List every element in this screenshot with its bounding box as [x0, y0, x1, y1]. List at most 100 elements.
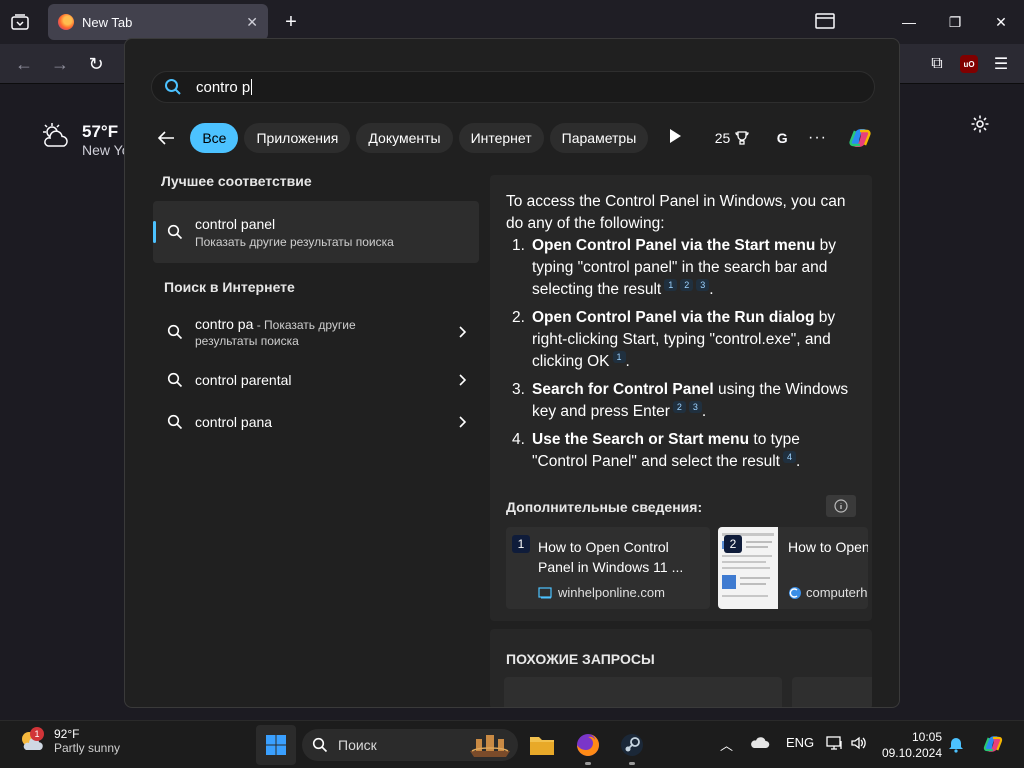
- rewards-points[interactable]: 25: [715, 130, 751, 146]
- taskbar-weather-temp: 92°F: [54, 727, 80, 741]
- ublock-origin-button[interactable]: uO: [960, 55, 978, 73]
- app-menu-button[interactable]: ☰: [988, 50, 1014, 78]
- filter-apps[interactable]: Приложения: [244, 123, 351, 153]
- related-searches-heading: ПОХОЖИЕ ЗАПРОСЫ: [506, 651, 655, 667]
- source-card[interactable]: 1 How to Open Control Panel in Windows 1…: [506, 527, 710, 609]
- more-filters-button[interactable]: [668, 128, 684, 148]
- filter-settings[interactable]: Параметры: [549, 123, 649, 153]
- system-clock[interactable]: 10:05 09.10.2024: [880, 729, 942, 761]
- chevron-up-icon: ︿: [720, 738, 734, 753]
- web-result-item[interactable]: control parental: [153, 359, 483, 401]
- taskbar-search-box[interactable]: Поиск: [302, 729, 518, 761]
- results-list: Лучшее соответствие control panel Показа…: [153, 173, 483, 443]
- related-search-item[interactable]: [792, 677, 872, 707]
- firefox-icon: [58, 14, 74, 30]
- running-indicator: [585, 762, 591, 765]
- search-input[interactable]: contro p: [151, 71, 875, 103]
- window-icon: [815, 13, 835, 29]
- account-avatar[interactable]: G: [772, 126, 792, 150]
- taskbar-file-explorer[interactable]: [524, 727, 560, 763]
- source-card[interactable]: 2 How to Open Windows Co computerh: [718, 527, 868, 609]
- network-button[interactable]: [826, 735, 844, 754]
- related-search-item[interactable]: [504, 677, 782, 707]
- step-end: .: [625, 353, 630, 371]
- info-button[interactable]: [826, 495, 856, 517]
- new-tab-button[interactable]: +: [278, 8, 304, 36]
- web-result-title: control parental: [195, 372, 292, 388]
- filter-web[interactable]: Интернет: [458, 123, 544, 153]
- best-match-subtitle: Показать другие результаты поиска: [195, 234, 394, 249]
- newtab-settings-button[interactable]: [970, 114, 996, 140]
- taskbar-weather-desc: Partly sunny: [54, 741, 121, 755]
- newtab-weather-temp: 57°F: [82, 122, 119, 141]
- back-button[interactable]: [155, 125, 176, 151]
- notifications-button[interactable]: [948, 735, 964, 756]
- answer-step: 1. Open Control Panel via the Start menu…: [506, 235, 856, 301]
- best-match-result[interactable]: control panel Показать другие результаты…: [153, 201, 479, 263]
- onedrive-button[interactable]: [750, 735, 770, 752]
- filter-documents[interactable]: Документы: [356, 123, 453, 153]
- source-domain: winhelponline.com: [558, 585, 665, 600]
- cloud-icon: [751, 737, 770, 748]
- start-button[interactable]: [256, 725, 296, 765]
- tab-new-tab[interactable]: New Tab ✕: [48, 4, 268, 40]
- web-result-title: contro pa: [195, 316, 254, 332]
- close-tab-icon[interactable]: ✕: [246, 14, 258, 31]
- web-result-subtitle: результаты поиска: [195, 334, 299, 348]
- volume-button[interactable]: [850, 735, 868, 754]
- more-options-button[interactable]: ···: [808, 129, 827, 147]
- web-result-title: control pana: [195, 414, 273, 430]
- citation-link[interactable]: 2: [672, 401, 686, 414]
- source-domain: computerh: [806, 585, 868, 600]
- tab-overview-button[interactable]: [814, 12, 838, 32]
- puzzle-icon: ⧉: [931, 55, 943, 72]
- citation-link[interactable]: 1: [664, 279, 678, 291]
- extensions-button[interactable]: ⧉: [924, 50, 950, 78]
- search-query: contro p: [196, 78, 251, 96]
- taskbar-firefox[interactable]: [570, 727, 606, 765]
- arrow-left-icon: [157, 131, 174, 145]
- step-number: 2.: [512, 309, 525, 327]
- restore-button[interactable]: ❐: [932, 0, 978, 44]
- source-number: 2: [724, 535, 742, 553]
- citation-link[interactable]: 3: [696, 279, 710, 291]
- taskbar-steam[interactable]: [614, 727, 650, 765]
- tab-list-button[interactable]: [6, 8, 34, 36]
- citation-link[interactable]: 1: [612, 351, 626, 364]
- back-button[interactable]: ←: [10, 50, 38, 78]
- show-hidden-icons-button[interactable]: ︿: [720, 735, 733, 754]
- search-icon: [167, 414, 183, 430]
- web-result-item[interactable]: control pana: [153, 401, 483, 443]
- copilot-button[interactable]: [845, 123, 875, 153]
- play-icon: [670, 129, 682, 143]
- step-end: .: [701, 403, 707, 421]
- taskbar-search-placeholder: Поиск: [338, 737, 377, 753]
- taskbar: 92°F Partly sunny 1 Поиск ︿ ENG 10:05 09…: [0, 720, 1024, 768]
- forward-button[interactable]: →: [46, 50, 74, 78]
- reload-button[interactable]: ↻: [82, 50, 110, 78]
- search-icon: [167, 224, 183, 240]
- search-icon: [167, 372, 183, 388]
- source-number: 1: [512, 535, 530, 553]
- filter-all[interactable]: Все: [190, 123, 239, 153]
- input-language-button[interactable]: ENG: [786, 735, 814, 750]
- web-result-item[interactable]: contro pa - Показать другие результаты п…: [153, 309, 483, 355]
- site-favicon-icon: [538, 586, 552, 598]
- citation-link[interactable]: 4: [782, 451, 796, 464]
- steam-icon: [621, 734, 643, 756]
- arrow-left-icon: ←: [15, 53, 33, 74]
- citation-link[interactable]: 3: [688, 401, 702, 414]
- clock-time: 10:05: [911, 730, 942, 744]
- text-caret: [251, 79, 253, 95]
- answer-preview-pane: To access the Control Panel in Windows, …: [490, 175, 872, 621]
- copilot-taskbar-button[interactable]: [980, 731, 1006, 760]
- newtab-weather-widget[interactable]: 57°F New Yo: [40, 122, 129, 158]
- notification-badge: 1: [30, 727, 44, 741]
- source-title: How to Open Windows Co: [788, 539, 868, 555]
- close-window-button[interactable]: ✕: [978, 0, 1024, 44]
- chevron-right-icon: [459, 326, 467, 338]
- citation-link[interactable]: 2: [680, 279, 694, 291]
- filter-bar: Все Приложения Документы Интернет Параме…: [155, 121, 875, 155]
- copilot-icon: [983, 736, 1003, 752]
- more-info-heading: Дополнительные сведения:: [506, 499, 703, 515]
